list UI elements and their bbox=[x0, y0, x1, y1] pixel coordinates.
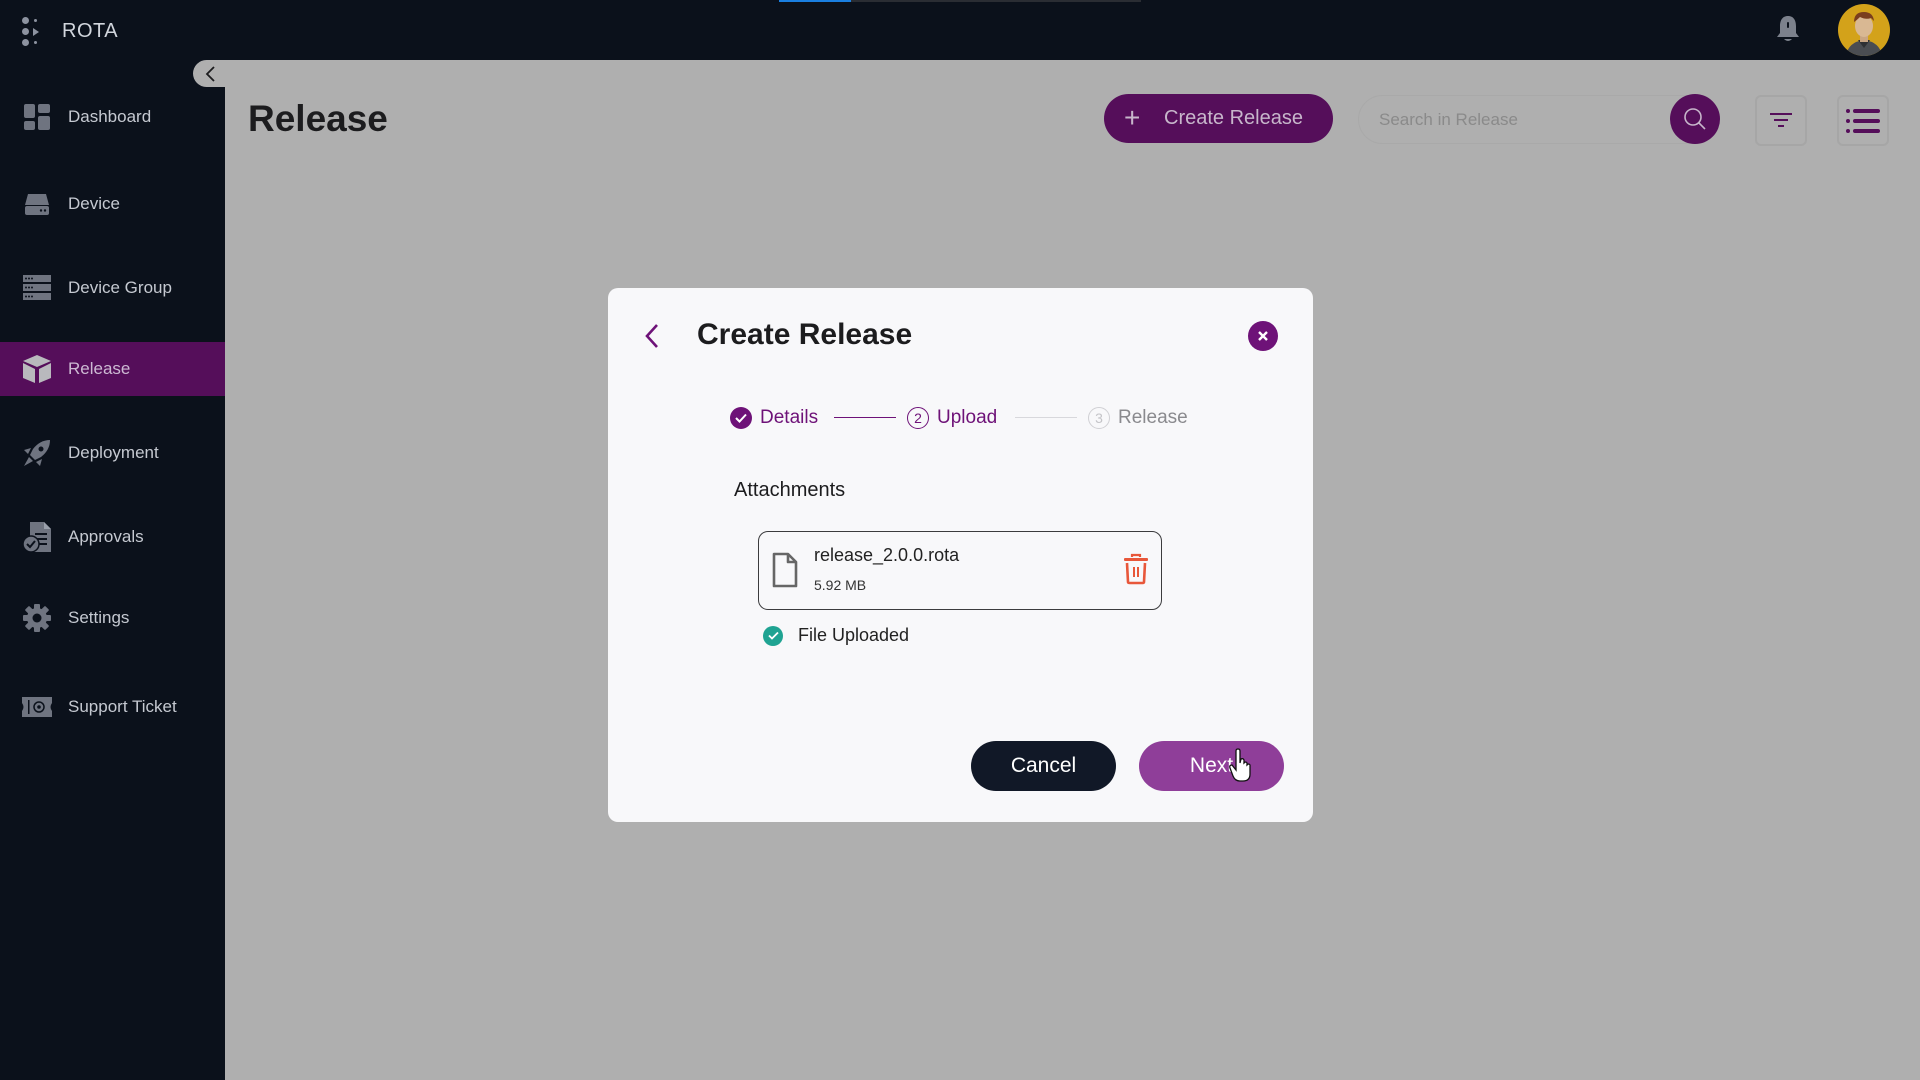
page-title: Release bbox=[248, 98, 388, 139]
loading-progress-bar bbox=[779, 0, 1141, 2]
hard-drive-icon bbox=[22, 189, 52, 219]
modal-title: Create Release bbox=[697, 318, 913, 351]
sidebar-item-support-ticket[interactable]: Support Ticket bbox=[0, 680, 225, 734]
server-rack-icon bbox=[22, 273, 52, 303]
list-view-button[interactable] bbox=[1837, 95, 1889, 146]
sidebar-item-label: Release bbox=[68, 359, 131, 378]
sidebar-item-release[interactable]: Release bbox=[0, 342, 225, 396]
create-release-label: Create Release bbox=[1164, 107, 1303, 129]
next-button[interactable]: Next bbox=[1139, 741, 1284, 791]
sidebar-item-approvals[interactable]: Approvals bbox=[0, 510, 225, 564]
upload-status: File Uploaded bbox=[763, 625, 909, 646]
sidebar-item-label: Device Group bbox=[68, 278, 172, 297]
sidebar-item-label: Device bbox=[68, 194, 120, 213]
cancel-button[interactable]: Cancel bbox=[971, 741, 1116, 791]
file-icon bbox=[772, 552, 798, 588]
loading-progress-fill bbox=[779, 0, 852, 2]
create-release-modal: Create Release Details 2 Upload 3 Releas… bbox=[608, 288, 1313, 822]
check-circle-icon bbox=[763, 625, 783, 646]
dashboard-icon bbox=[22, 102, 52, 132]
step-label: Details bbox=[760, 407, 819, 428]
ticket-icon bbox=[22, 692, 52, 722]
sidebar-item-label: Dashboard bbox=[68, 107, 152, 126]
search-button[interactable] bbox=[1670, 94, 1720, 144]
list-icon bbox=[1846, 108, 1880, 133]
check-circle-icon bbox=[730, 407, 752, 429]
attachment-file-card: release_2.0.0.rota 5.92 MB bbox=[758, 531, 1162, 610]
file-size: 5.92 MB bbox=[814, 577, 867, 593]
sidebar-item-deployment[interactable]: Deployment bbox=[0, 426, 225, 480]
upload-status-text: File Uploaded bbox=[798, 625, 910, 645]
step-label: Upload bbox=[937, 407, 998, 428]
sidebar-item-settings[interactable]: Settings bbox=[0, 591, 225, 645]
cube-icon bbox=[22, 354, 52, 384]
step-number: 2 bbox=[907, 407, 929, 429]
gear-icon bbox=[22, 603, 52, 633]
sidebar-item-label: Deployment bbox=[68, 443, 159, 462]
step-label: Release bbox=[1118, 407, 1188, 428]
sidebar: Dashboard Device Device Group Release De… bbox=[0, 60, 225, 1080]
brand-name: ROTA bbox=[62, 20, 119, 42]
filter-button[interactable] bbox=[1755, 95, 1807, 146]
search-field[interactable] bbox=[1358, 95, 1720, 144]
search-icon bbox=[1684, 108, 1706, 130]
trash-icon bbox=[1124, 553, 1148, 585]
sidebar-item-device[interactable]: Device bbox=[0, 177, 225, 231]
bell-icon[interactable] bbox=[1775, 14, 1801, 44]
delete-file-button[interactable] bbox=[1123, 553, 1149, 585]
filter-icon bbox=[1770, 112, 1792, 127]
close-button[interactable] bbox=[1248, 321, 1278, 351]
search-input[interactable] bbox=[1379, 108, 1639, 132]
document-check-icon bbox=[22, 522, 52, 553]
top-bar: ROTA bbox=[0, 0, 1920, 60]
plus-icon: + bbox=[1124, 102, 1141, 133]
sidebar-item-label: Support Ticket bbox=[68, 697, 177, 716]
chevron-left-icon bbox=[645, 324, 658, 348]
chevron-left-icon bbox=[205, 65, 215, 82]
close-icon bbox=[1258, 331, 1268, 341]
step-upload: 2 Upload bbox=[907, 405, 997, 431]
step-connector bbox=[1015, 417, 1077, 418]
rota-logo-icon bbox=[22, 17, 46, 47]
step-details: Details bbox=[730, 405, 818, 431]
file-name: release_2.0.0.rota bbox=[814, 545, 960, 565]
sidebar-item-label: Settings bbox=[68, 608, 130, 627]
step-connector bbox=[834, 417, 896, 418]
step-release: 3 Release bbox=[1088, 405, 1188, 431]
sidebar-collapse-button[interactable] bbox=[193, 60, 227, 87]
create-release-button[interactable]: + Create Release bbox=[1104, 94, 1333, 143]
rocket-icon bbox=[22, 438, 52, 468]
sidebar-item-dashboard[interactable]: Dashboard bbox=[0, 90, 225, 144]
back-button[interactable] bbox=[638, 318, 666, 354]
sidebar-item-label: Approvals bbox=[68, 527, 144, 546]
user-avatar[interactable] bbox=[1838, 4, 1890, 56]
sidebar-item-device-group[interactable]: Device Group bbox=[0, 261, 225, 315]
step-number: 3 bbox=[1088, 407, 1110, 429]
attachments-label: Attachments bbox=[734, 479, 846, 501]
